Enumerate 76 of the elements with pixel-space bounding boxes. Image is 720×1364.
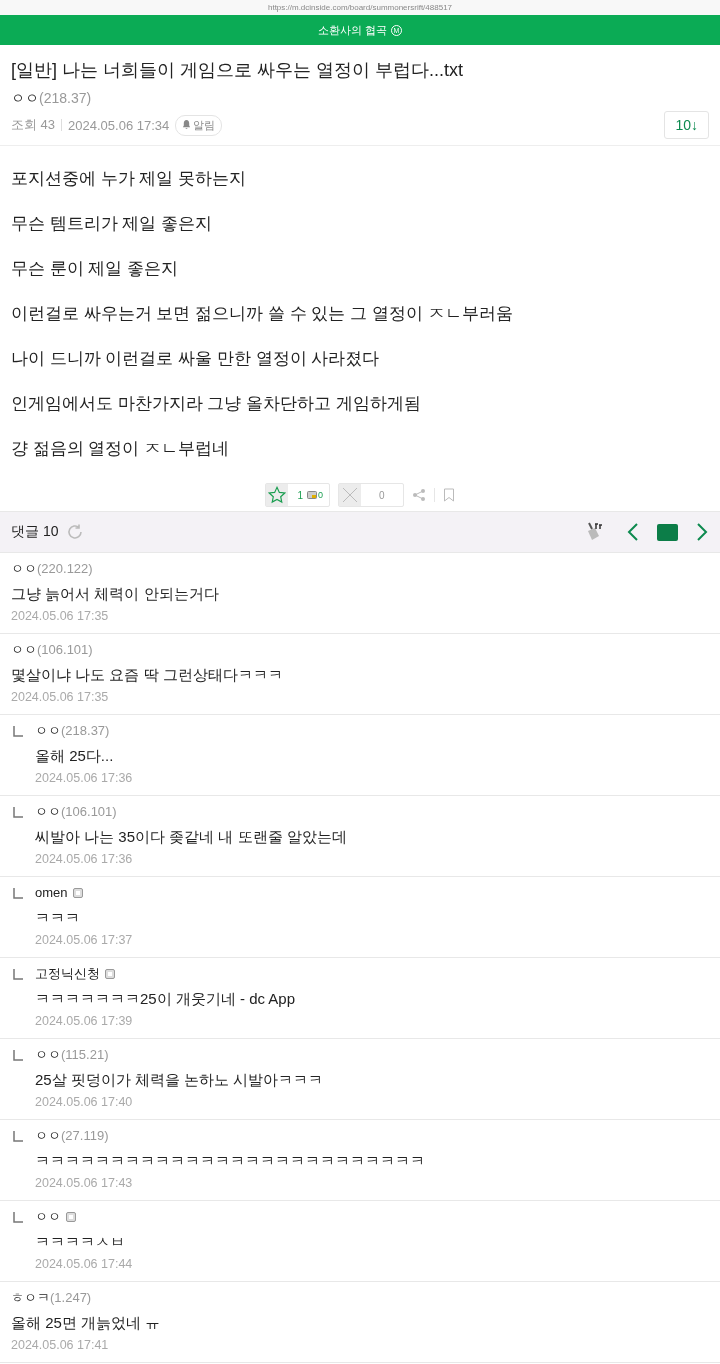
commenter-name: ㅇㅇ bbox=[35, 722, 61, 740]
bell-icon bbox=[182, 120, 192, 130]
post-date: 2024.05.06 17:34 bbox=[68, 117, 170, 133]
comment-date: 2024.05.06 17:41 bbox=[11, 1338, 110, 1352]
comment-date: 2024.05.06 17:44 bbox=[35, 1257, 133, 1271]
comment-text: 그냥 늙어서 체력이 안되는거다 bbox=[11, 584, 219, 604]
post-text: 포지션중에 누가 제일 못하는지 bbox=[11, 168, 248, 190]
commenter-name: 고정닉신청 bbox=[35, 965, 100, 983]
post-text: 인게임에서도 마찬가지라 그냥 올차단하고 게임하게됨 bbox=[11, 393, 422, 415]
view-count: 조회 43 bbox=[11, 116, 56, 134]
url-text: https://m.dcinside.com/board/summonersrift/488517 bbox=[267, 3, 453, 12]
member-icon bbox=[105, 969, 115, 979]
commenter-name: omen bbox=[35, 884, 68, 902]
reply-marker-icon bbox=[13, 807, 23, 818]
comment-text: 올해 25면 개늙었네 ㅠ bbox=[11, 1313, 161, 1333]
comment-text: ㅋㅋㅋ bbox=[35, 908, 81, 928]
comment-text: ㅋㅋㅋㅋㅅㅂ bbox=[35, 1232, 126, 1252]
commenter-ip: (106.101) bbox=[61, 803, 117, 821]
reply-marker-icon bbox=[13, 888, 23, 899]
upvote-count: 1 bbox=[297, 489, 303, 501]
post-text: 걍 젊음의 열정이 ㅈㄴ부럽네 bbox=[11, 438, 231, 460]
commenter-ip: (220.122) bbox=[37, 560, 93, 578]
comment-text: 25살 핏덩이가 체력을 논하노 시발아ㅋㅋㅋ bbox=[35, 1070, 324, 1090]
member-icon bbox=[66, 1212, 76, 1222]
commenter-name: ㅇㅇ bbox=[11, 641, 37, 659]
reply-marker-icon bbox=[13, 726, 23, 737]
reply-marker-icon bbox=[13, 1212, 23, 1223]
comment-text: 씨발아 나는 35이다 좆같네 내 또랜줄 알았는데 bbox=[35, 827, 347, 847]
post-text: 이런걸로 싸우는거 보면 젊으니까 쓸 수 있는 그 열정이 ㅈㄴ부러움 bbox=[11, 303, 514, 325]
commenter-name: ㅇㅇ bbox=[35, 1208, 61, 1226]
upvote-box[interactable]: 1 0 bbox=[265, 483, 330, 507]
commenter-ip: (106.101) bbox=[37, 641, 93, 659]
comment-date: 2024.05.06 17:40 bbox=[35, 1095, 134, 1109]
commenter-name: ㅎㅇㅋ bbox=[11, 1289, 50, 1307]
comment-mode-button[interactable] bbox=[657, 523, 678, 541]
member-icon bbox=[72, 888, 83, 898]
comment-jump-button[interactable]: 10↓ bbox=[664, 111, 709, 139]
author-name: ㅇㅇ bbox=[11, 90, 39, 106]
reply-marker-icon bbox=[13, 969, 23, 980]
comment-date: 2024.05.06 17:37 bbox=[35, 933, 133, 947]
comment-date: 2024.05.06 17:36 bbox=[35, 771, 133, 785]
commenter-ip: (115.21) bbox=[61, 1046, 109, 1064]
alert-button[interactable]: 알림 bbox=[175, 114, 223, 136]
comment-date: 2024.05.06 17:39 bbox=[35, 1014, 134, 1028]
post-text: 무슨 템트리가 제일 좋은지 bbox=[11, 213, 214, 235]
commenter-name: ㅇㅇ bbox=[11, 560, 37, 578]
previous-icon[interactable] bbox=[627, 522, 639, 542]
comment-text: ㅋㅋㅋㅋㅋㅋㅋㅋㅋㅋㅋㅋㅋㅋㅋㅋㅋㅋㅋㅋㅋㅋㅋㅋㅋㅋ bbox=[35, 1151, 425, 1171]
commenter-name: ㅇㅇ bbox=[35, 1127, 61, 1145]
gallery-title[interactable]: 소환사의 협곡 bbox=[317, 22, 388, 38]
downvote-box[interactable]: 0 bbox=[338, 483, 404, 507]
post-text: 무슨 룬이 제일 좋은지 bbox=[11, 258, 180, 280]
comment-date: 2024.05.06 17:43 bbox=[35, 1176, 134, 1190]
commenter-ip: (1.247) bbox=[50, 1289, 92, 1307]
reply-marker-icon bbox=[13, 1131, 23, 1142]
comment-date: 2024.05.06 17:36 bbox=[35, 852, 134, 866]
author-ip: (218.37) bbox=[39, 90, 92, 106]
commenter-ip: (27.119) bbox=[61, 1127, 109, 1145]
comment-text: ㅋㅋㅋㅋㅋㅋㅋ25이 개웃기네 - dc App bbox=[35, 989, 296, 1009]
commenter-name: ㅇㅇ bbox=[35, 803, 61, 821]
comment-text: 올해 25다... bbox=[35, 746, 115, 766]
fixed-upvote-count: 0 bbox=[318, 490, 323, 500]
commenter-name: ㅇㅇ bbox=[35, 1046, 61, 1064]
next-icon[interactable] bbox=[696, 522, 708, 542]
post-text: 나이 드니까 이런걸로 싸울 만한 열정이 사라졌다 bbox=[11, 348, 381, 370]
comment-text: 몇살이냐 나도 요즘 딱 그런상태다ㅋㅋㅋ bbox=[11, 665, 283, 685]
comment-count: 댓글 10 bbox=[11, 523, 59, 541]
member-icon bbox=[307, 491, 317, 499]
downvote-count: 0 bbox=[379, 489, 385, 501]
comment-date: 2024.05.06 17:35 bbox=[11, 609, 110, 623]
commenter-ip: (218.37) bbox=[61, 722, 110, 740]
star-icon bbox=[268, 486, 287, 504]
post-title: [일반] 나는 너희들이 게임으로 싸우는 열정이 부럽다...txt bbox=[11, 59, 464, 82]
cross-icon bbox=[342, 487, 358, 503]
comment-date: 2024.05.06 17:35 bbox=[11, 690, 110, 704]
reply-marker-icon bbox=[13, 1050, 23, 1061]
